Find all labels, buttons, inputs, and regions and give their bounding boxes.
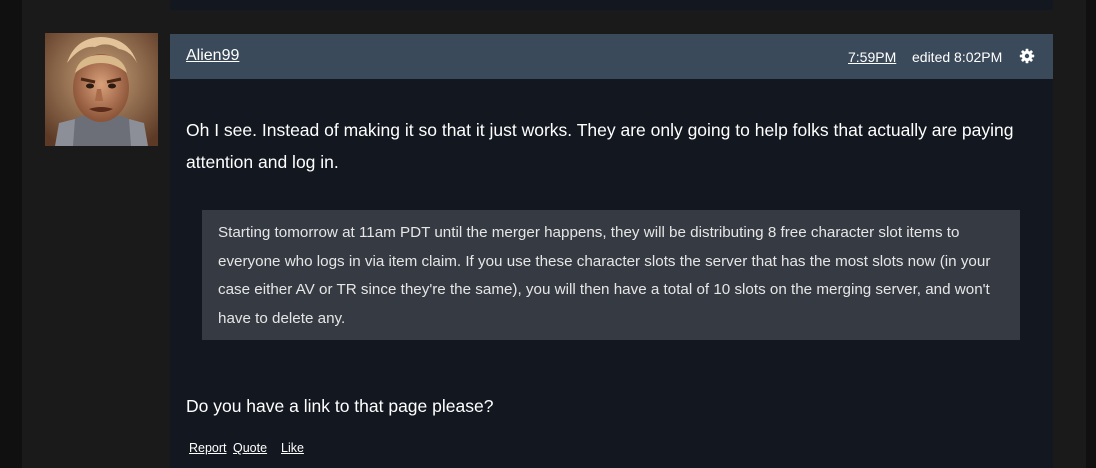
previous-post-bottom	[170, 0, 1053, 10]
edited-label: edited 8:02PM	[912, 49, 1003, 65]
report-link[interactable]: Report	[189, 441, 227, 455]
gear-icon[interactable]	[1019, 48, 1035, 64]
author-link[interactable]: Alien99	[186, 47, 239, 65]
quote-link[interactable]: Quote	[233, 441, 267, 455]
post-time-link[interactable]: 7:59PM	[848, 49, 896, 65]
avatar[interactable]	[45, 33, 158, 146]
quote-text: Starting tomorrow at 11am PDT until the …	[218, 224, 991, 328]
post-body-paragraph: Do you have a link to that page please?	[186, 396, 494, 416]
avatar-image	[45, 33, 158, 146]
like-link[interactable]: Like	[281, 441, 304, 455]
post-header: Alien99 7:59PM edited 8:02PM	[170, 34, 1053, 79]
forum-post: Alien99 7:59PM edited 8:02PM Oh I see. I…	[170, 34, 1053, 468]
blockquote: Starting tomorrow at 11am PDT until the …	[202, 210, 1020, 340]
post-body-paragraph: Oh I see. Instead of making it so that i…	[186, 120, 1014, 172]
